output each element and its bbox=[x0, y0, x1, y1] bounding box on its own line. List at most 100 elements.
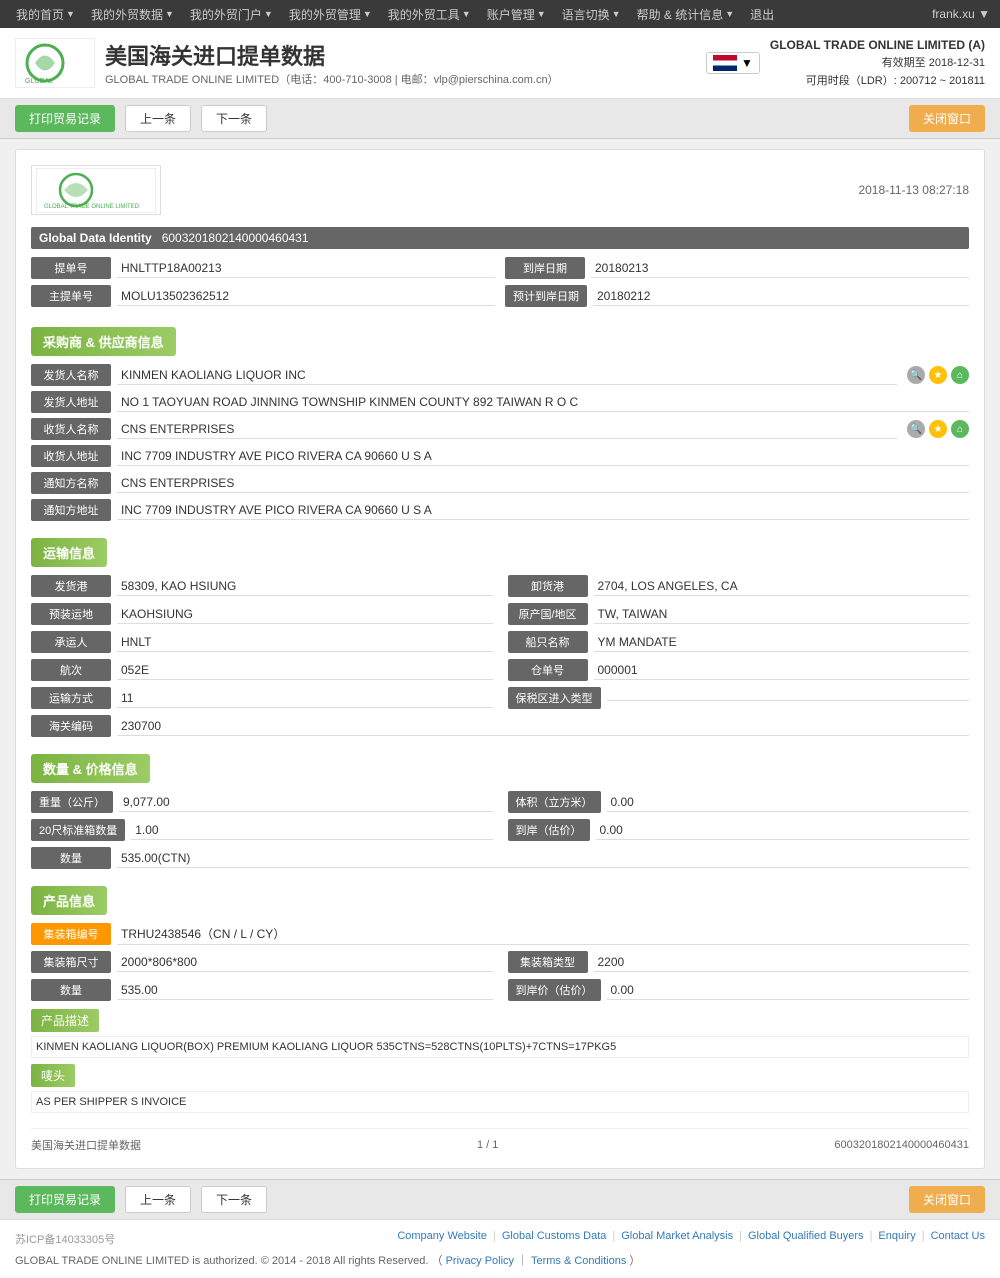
customs-code-row: 海关编码 230700 bbox=[31, 715, 969, 737]
expiry-date: 有效期至 2018-12-31 bbox=[770, 55, 985, 73]
loading-place-row: 预装运地 KAOHSIUNG bbox=[31, 603, 493, 625]
receiver-star-icon[interactable]: ★ bbox=[929, 420, 947, 438]
company-info: GLOBAL TRADE ONLINE LIMITED (A) 有效期至 201… bbox=[770, 36, 985, 90]
ldr-range: 可用时段（LDR）: 200712 ~ 201811 bbox=[770, 73, 985, 91]
product-arrival-price-label: 到岸价（估价） bbox=[508, 979, 601, 1001]
document-logo: GLOBAL TRADE ONLINE LIMITED bbox=[31, 165, 161, 215]
user-info: frank.xu ▼ bbox=[932, 7, 990, 21]
footer-link-enquiry[interactable]: Enquiry bbox=[878, 1230, 915, 1242]
volume-label: 体积（立方米） bbox=[508, 791, 601, 813]
nav-foreign-trade-portal[interactable]: 我的外贸门户 ▼ bbox=[184, 6, 279, 23]
doc-footer-pagination: 1 / 1 bbox=[477, 1139, 498, 1151]
container-size-label: 集装箱尺寸 bbox=[31, 951, 111, 973]
nav-help[interactable]: 帮助 & 统计信息 ▼ bbox=[631, 6, 741, 23]
volume-row: 体积（立方米） 0.00 bbox=[508, 791, 970, 813]
receiver-search-icon[interactable]: 🔍 bbox=[907, 420, 925, 438]
footer-links: Company Website | Global Customs Data | … bbox=[397, 1230, 985, 1242]
arrival-port-label: 卸货港 bbox=[508, 575, 588, 597]
user-account[interactable]: frank.xu ▼ bbox=[932, 7, 990, 21]
master-bill-value: MOLU13502362512 bbox=[117, 287, 495, 306]
close-button[interactable]: 关闭窗口 bbox=[909, 105, 985, 132]
estimated-arrival-value: 20180212 bbox=[593, 287, 969, 306]
sender-addr-label: 发货人地址 bbox=[31, 391, 111, 413]
top-navigation: 我的首页 ▼ 我的外贸数据 ▼ 我的外贸门户 ▼ 我的外贸管理 ▼ 我的外贸工具… bbox=[0, 0, 1000, 28]
footer-link-customs[interactable]: Global Customs Data bbox=[502, 1230, 607, 1242]
doc-footer-gdi: 6003201802140000460431 bbox=[834, 1139, 969, 1151]
header-left: GLOBAL 美国海关进口提单数据 GLOBAL TRADE ONLINE LI… bbox=[15, 38, 559, 88]
qp-arrival-price-value: 0.00 bbox=[596, 821, 970, 840]
product-fields: 集装箱尺寸 2000*806*800 集装箱类型 2200 数量 535.00 … bbox=[31, 951, 969, 1001]
page-header: GLOBAL 美国海关进口提单数据 GLOBAL TRADE ONLINE LI… bbox=[0, 28, 1000, 99]
transport-header: 运输信息 bbox=[31, 538, 107, 567]
bonded-zone-value bbox=[607, 696, 970, 701]
product-arrival-price-value: 0.00 bbox=[607, 981, 970, 1000]
language-selector[interactable]: ▼ bbox=[706, 52, 760, 74]
svg-text:GLOBAL TRADE ONLINE LIMITED: GLOBAL TRADE ONLINE LIMITED bbox=[44, 204, 140, 210]
top-nav-left: 我的首页 ▼ 我的外贸数据 ▼ 我的外贸门户 ▼ 我的外贸管理 ▼ 我的外贸工具… bbox=[10, 6, 780, 23]
sender-name-label: 发货人名称 bbox=[31, 364, 111, 386]
nav-home[interactable]: 我的首页 ▼ bbox=[10, 6, 81, 23]
loading-place-value: KAOHSIUNG bbox=[117, 605, 493, 624]
container-no-label: 集装箱编号 bbox=[31, 923, 111, 945]
bottom-print-button[interactable]: 打印贸易记录 bbox=[15, 1186, 115, 1213]
bottom-close-button[interactable]: 关闭窗口 bbox=[909, 1186, 985, 1213]
product-arrival-price-row: 到岸价（估价） 0.00 bbox=[508, 979, 970, 1001]
receiver-addr-label: 收货人地址 bbox=[31, 445, 111, 467]
sender-addr-row: 发货人地址 NO 1 TAOYUAN ROAD JINNING TOWNSHIP… bbox=[31, 391, 969, 413]
footer-link-contact[interactable]: Contact Us bbox=[931, 1230, 985, 1242]
gdi-value: 6003201802140000460431 bbox=[162, 231, 309, 245]
next-button[interactable]: 下一条 bbox=[201, 105, 267, 132]
header-title-section: 美国海关进口提单数据 GLOBAL TRADE ONLINE LIMITED（电… bbox=[105, 39, 559, 87]
weight-label: 重量（公斤） bbox=[31, 791, 113, 813]
product-desc-header: 产品描述 bbox=[31, 1009, 99, 1032]
origin-value: TW, TAIWAN bbox=[594, 605, 970, 624]
notify-addr-row: 通知方地址 INC 7709 INDUSTRY AVE PICO RIVERA … bbox=[31, 499, 969, 521]
nav-account[interactable]: 账户管理 ▼ bbox=[481, 6, 552, 23]
nav-foreign-trade-data[interactable]: 我的外贸数据 ▼ bbox=[85, 6, 180, 23]
page-footer: 苏ICP备14033305号 Company Website | Global … bbox=[0, 1219, 1000, 1278]
top-toolbar: 打印贸易记录 上一条 下一条 关闭窗口 bbox=[0, 99, 1000, 139]
prev-button[interactable]: 上一条 bbox=[125, 105, 191, 132]
sender-home-icon[interactable]: ⌂ bbox=[951, 366, 969, 384]
carrier-label: 承运人 bbox=[31, 631, 111, 653]
transport-mode-row: 运输方式 11 bbox=[31, 687, 493, 709]
origin-label: 原产国/地区 bbox=[508, 603, 588, 625]
sender-star-icon[interactable]: ★ bbox=[929, 366, 947, 384]
quantity-price-section: 数量 & 价格信息 重量（公斤） 9,077.00 体积（立方米） 0.00 2… bbox=[31, 742, 969, 869]
container-size-value: 2000*806*800 bbox=[117, 953, 493, 972]
document-header: GLOBAL TRADE ONLINE LIMITED 2018-11-13 0… bbox=[31, 165, 969, 215]
footer-link-buyers[interactable]: Global Qualified Buyers bbox=[748, 1230, 864, 1242]
departure-port-value: 58309, KAO HSIUNG bbox=[117, 577, 493, 596]
container-type-row: 集装箱类型 2200 bbox=[508, 951, 970, 973]
company-name: GLOBAL TRADE ONLINE LIMITED (A) bbox=[770, 36, 985, 55]
bottom-next-button[interactable]: 下一条 bbox=[201, 1186, 267, 1213]
notify-name-row: 通知方名称 CNS ENTERPRISES bbox=[31, 472, 969, 494]
warehouse-label: 仓单号 bbox=[508, 659, 588, 681]
footer-link-market[interactable]: Global Market Analysis bbox=[621, 1230, 733, 1242]
bottom-prev-button[interactable]: 上一条 bbox=[125, 1186, 191, 1213]
product-quantity-value: 535.00 bbox=[117, 981, 493, 1000]
icp-number: 苏ICP备14033305号 bbox=[15, 1231, 115, 1247]
product-description-box: 产品描述 KINMEN KAOLIANG LIQUOR(BOX) PREMIUM… bbox=[31, 1009, 969, 1058]
nav-logout[interactable]: 退出 bbox=[744, 6, 780, 23]
transport-fields: 发货港 58309, KAO HSIUNG 卸货港 2704, LOS ANGE… bbox=[31, 575, 969, 709]
sender-search-icon[interactable]: 🔍 bbox=[907, 366, 925, 384]
nav-foreign-trade-tools[interactable]: 我的外贸工具 ▼ bbox=[382, 6, 477, 23]
sender-name-icons: 🔍 ★ ⌂ bbox=[907, 366, 969, 384]
origin-row: 原产国/地区 TW, TAIWAN bbox=[508, 603, 970, 625]
footer-privacy-link[interactable]: Privacy Policy bbox=[446, 1255, 514, 1267]
svg-text:GLOBAL: GLOBAL bbox=[25, 78, 53, 85]
qp-quantity-value: 535.00(CTN) bbox=[117, 849, 969, 868]
product-quantity-row: 数量 535.00 bbox=[31, 979, 493, 1001]
page-title: 美国海关进口提单数据 bbox=[105, 39, 559, 71]
departure-port-row: 发货港 58309, KAO HSIUNG bbox=[31, 575, 493, 597]
bonded-zone-row: 保税区进入类型 bbox=[508, 687, 970, 709]
footer-link-company[interactable]: Company Website bbox=[397, 1230, 487, 1242]
transport-mode-value: 11 bbox=[117, 689, 493, 708]
print-button[interactable]: 打印贸易记录 bbox=[15, 105, 115, 132]
footer-terms-link[interactable]: Terms & Conditions bbox=[531, 1255, 626, 1267]
receiver-home-icon[interactable]: ⌂ bbox=[951, 420, 969, 438]
notify-name-value: CNS ENTERPRISES bbox=[117, 474, 969, 493]
nav-foreign-trade-manage[interactable]: 我的外贸管理 ▼ bbox=[283, 6, 378, 23]
nav-language[interactable]: 语言切换 ▼ bbox=[556, 6, 627, 23]
